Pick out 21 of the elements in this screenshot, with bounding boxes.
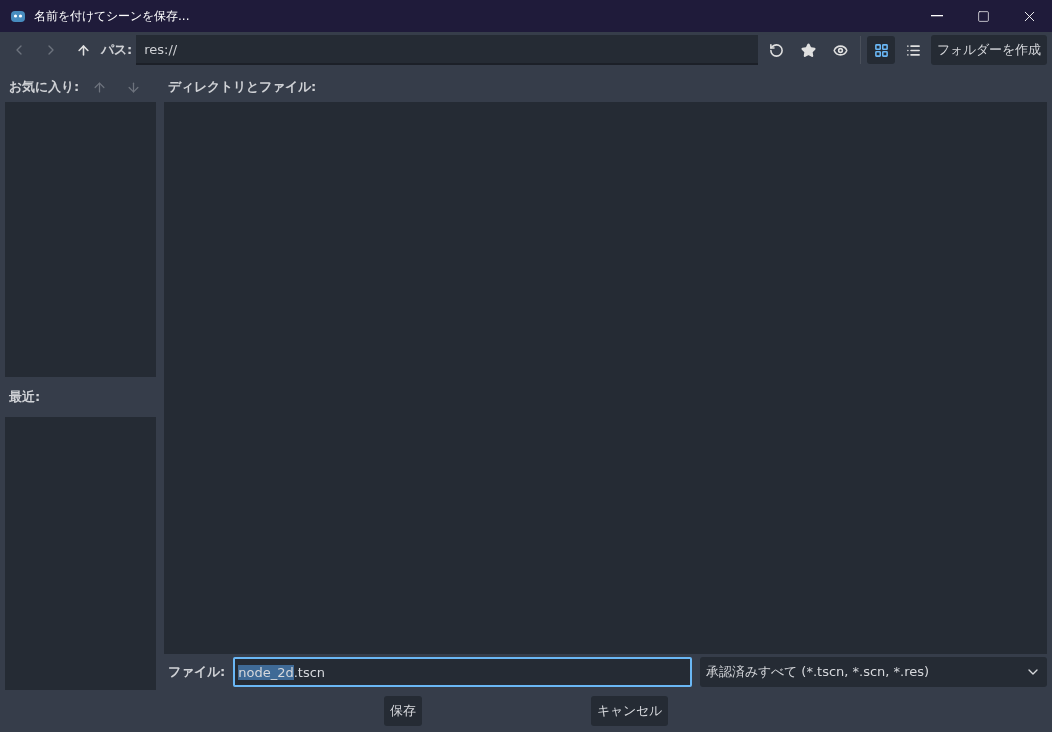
eye-icon (832, 42, 848, 58)
file-name-field[interactable]: node_2d.tscn (233, 657, 693, 687)
save-button[interactable]: 保存 (384, 696, 423, 726)
path-field[interactable]: res:// (136, 35, 758, 65)
view-mode-button[interactable] (867, 36, 895, 64)
minimize-icon (931, 15, 943, 17)
path-label: パス: (101, 41, 133, 59)
cancel-button[interactable]: キャンセル (590, 696, 668, 726)
app-logo-icon (10, 8, 26, 24)
grid-icon (873, 42, 889, 58)
recent-label: 最近: (9, 388, 41, 406)
window-title: 名前を付けてシーンを保存... (34, 7, 191, 25)
filter-dropdown[interactable]: 承認済みすべて (*.tscn, *.scn, *.res) (700, 657, 1047, 687)
list-icon (905, 42, 921, 58)
maximize-icon (976, 9, 990, 23)
file-label: ファイル: (167, 663, 226, 681)
star-icon (800, 42, 816, 58)
create-folder-button[interactable]: フォルダーを作成 (931, 35, 1047, 65)
refresh-icon (768, 42, 784, 58)
files-label: ディレクトリとファイル: (168, 78, 317, 96)
favorites-label: お気に入り: (9, 78, 80, 96)
